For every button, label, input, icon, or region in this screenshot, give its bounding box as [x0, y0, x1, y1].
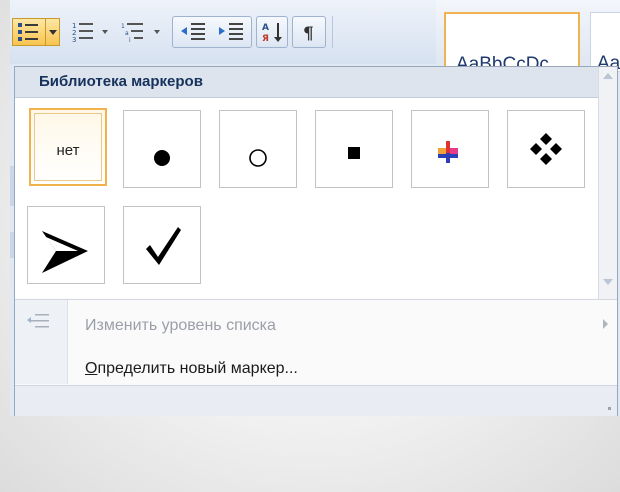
four-diamonds-icon: [530, 133, 562, 165]
paragraph-toolbar: 1 2 3 1 a i A Я ¶: [10, 0, 450, 64]
filled-circle-icon: [154, 150, 170, 166]
bullet-hollow-circle[interactable]: [219, 110, 297, 188]
define-new-bullet-accesskey: О: [85, 360, 98, 377]
define-new-bullet-item[interactable]: Определить новый маркер...: [85, 360, 298, 378]
resize-grip-icon[interactable]: [608, 407, 611, 410]
chevron-down-icon: [49, 30, 57, 35]
multilevel-list-button[interactable]: 1 a i: [118, 18, 166, 46]
bullet-library-grid: нет: [15, 98, 601, 298]
change-list-level-label: Изменить уровень списка: [85, 317, 276, 334]
bullet-library-title: Библиотека маркеров: [39, 73, 203, 90]
menu-separator: [15, 299, 617, 300]
bullet-none-label: нет: [56, 142, 80, 159]
filled-square-icon: [348, 147, 360, 159]
bullet-library-dropdown: Библиотека маркеров нет Изменить уровень…: [14, 66, 618, 416]
increase-indent-button[interactable]: [214, 18, 248, 46]
hollow-circle-icon: [249, 149, 267, 167]
arrowhead-icon: [42, 231, 88, 273]
sort-button[interactable]: A Я: [258, 18, 286, 46]
bullet-filled-circle[interactable]: [123, 110, 201, 188]
styles-gallery: AaBbCcDc Aa: [436, 0, 620, 75]
increase-indent-icon: [219, 23, 243, 40]
numbering-button[interactable]: 1 2 3: [68, 18, 114, 46]
svg-text:A: A: [262, 23, 269, 33]
bullet-checkmark[interactable]: [123, 206, 201, 284]
submenu-arrow-icon: [603, 319, 608, 329]
library-scrollbar[interactable]: [598, 67, 617, 299]
style-normal[interactable]: AaBbCcDc: [444, 12, 580, 75]
decrease-indent-icon: [181, 23, 205, 40]
svg-text:Я: Я: [262, 34, 269, 44]
svg-text:i: i: [129, 37, 131, 44]
checkmark-icon: [146, 227, 181, 265]
svg-text:3: 3: [72, 36, 76, 44]
dropdown-resize-bar: [15, 385, 617, 416]
define-new-bullet-label: пределить новый маркер...: [97, 360, 298, 377]
bullets-dropdown-arrow[interactable]: [45, 19, 60, 45]
style-next[interactable]: Aa: [590, 12, 620, 72]
svg-text:1: 1: [121, 23, 125, 30]
bullets-button[interactable]: [12, 18, 60, 46]
svg-text:¶: ¶: [303, 24, 314, 44]
decrease-indent-button[interactable]: [176, 18, 210, 46]
bullet-filled-square[interactable]: [315, 110, 393, 188]
multilevel-list-icon: 1 a i: [121, 23, 160, 44]
color-cross-icon: [438, 141, 458, 163]
bullet-arrowhead[interactable]: [27, 206, 105, 284]
sort-az-icon: A Я: [262, 23, 282, 44]
menu-icon-column: [15, 300, 68, 384]
bullet-none[interactable]: нет: [29, 108, 107, 186]
bullets-icon: [18, 23, 38, 41]
bullet-library-header: Библиотека маркеров: [15, 67, 601, 98]
toolbar-separator: [332, 16, 333, 48]
change-list-level-item[interactable]: Изменить уровень списка: [85, 317, 276, 335]
scroll-up-arrow[interactable]: [603, 73, 613, 79]
change-list-level-icon: [27, 314, 49, 328]
bullet-four-diamonds[interactable]: [507, 110, 585, 188]
scroll-down-arrow[interactable]: [603, 279, 613, 285]
numbering-icon: 1 2 3: [72, 22, 108, 44]
show-formatting-button[interactable]: ¶: [294, 18, 324, 46]
svg-text:a: a: [125, 30, 129, 37]
pilcrow-icon: ¶: [303, 24, 314, 44]
bullet-color-cross[interactable]: [411, 110, 489, 188]
word-ribbon-screenshot: 1 2 3 1 a i A Я ¶ AaBbCcDc Aa Библиотека…: [10, 0, 620, 416]
